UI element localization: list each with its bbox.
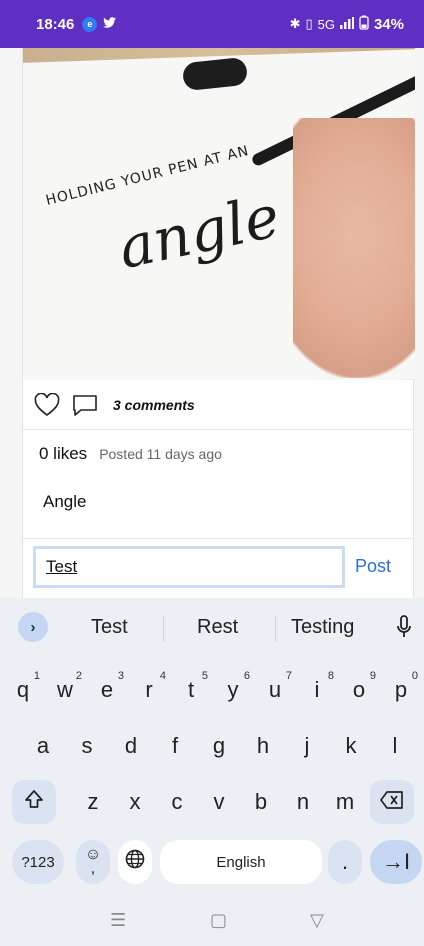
key-u[interactable]: u7 — [258, 668, 292, 712]
backspace-key[interactable] — [370, 780, 414, 824]
key-number: 0 — [411, 670, 418, 682]
post-actions: 3 comments — [23, 380, 415, 430]
globe-icon — [125, 849, 145, 875]
key-e[interactable]: e3 — [90, 668, 124, 712]
key-d[interactable]: d — [114, 724, 148, 768]
key-number: 8 — [327, 670, 334, 682]
suggestion-1[interactable]: Test — [91, 616, 128, 639]
comments-count[interactable]: 3 comments — [113, 397, 195, 413]
key-number: 3 — [117, 670, 124, 682]
suggestion-divider — [275, 616, 276, 642]
keyboard: › Test Rest Testing q1 w2 e3 r4 t5 y6 u7… — [0, 598, 424, 946]
bluetooth-icon: ✱ — [289, 16, 301, 31]
backspace-icon — [380, 789, 404, 815]
key-n[interactable]: n — [286, 780, 320, 824]
status-bar: 18:46 e ✱ ▯ 5G 34% — [0, 0, 424, 48]
key-l[interactable]: l — [378, 724, 412, 768]
status-time: 18:46 — [36, 15, 75, 33]
key-h[interactable]: h — [246, 724, 280, 768]
battery-icon — [359, 15, 369, 33]
comment-bar: Post — [23, 538, 415, 594]
post-card: HOLDING YOUR PEN AT AN angle 3 comments … — [22, 48, 415, 598]
notification-icon: e — [82, 16, 98, 32]
expand-toolbar-button[interactable]: › — [18, 612, 48, 642]
key-q[interactable]: q1 — [6, 668, 40, 712]
back-icon[interactable]: ▽ — [310, 910, 324, 931]
key-g[interactable]: g — [202, 724, 236, 768]
suggestion-divider — [163, 616, 164, 642]
suggestion-strip: › Test Rest Testing — [0, 598, 424, 658]
key-i[interactable]: i8 — [300, 668, 334, 712]
space-key[interactable]: English — [160, 840, 322, 884]
key-z[interactable]: z — [76, 780, 110, 824]
home-icon[interactable]: ▢ — [210, 910, 227, 931]
post-meta: 0 likes Posted 11 days ago — [39, 444, 222, 464]
key-label: t — [187, 677, 195, 702]
key-v[interactable]: v — [202, 780, 236, 824]
key-label: p — [394, 677, 408, 702]
navigation-bar: ☰ ▢ ▽ — [0, 900, 424, 946]
enter-key[interactable]: →I — [370, 840, 422, 884]
signal-icon — [339, 16, 354, 32]
post-image[interactable]: HOLDING YOUR PEN AT AN angle — [23, 48, 415, 380]
key-number: 2 — [75, 670, 82, 682]
key-s[interactable]: s — [70, 724, 104, 768]
status-left-icons: e — [82, 16, 117, 33]
key-label: y — [227, 677, 239, 702]
shift-key[interactable] — [12, 780, 56, 824]
battery-percent: 34% — [373, 15, 404, 33]
suggestion-2[interactable]: Rest — [197, 616, 238, 639]
symbols-key[interactable]: ?123 — [12, 840, 64, 884]
key-number: 9 — [369, 670, 376, 682]
key-o[interactable]: o9 — [342, 668, 376, 712]
key-c[interactable]: c — [160, 780, 194, 824]
key-label: u — [268, 677, 282, 702]
signal-label: 5G — [317, 16, 335, 32]
emoji-comma-key[interactable]: ☺ , — [76, 840, 110, 884]
post-caption: Angle — [43, 492, 87, 511]
post-button[interactable]: Post — [355, 556, 391, 577]
key-b[interactable]: b — [244, 780, 278, 824]
key-number: 5 — [201, 670, 208, 682]
shift-icon — [24, 789, 44, 815]
key-t[interactable]: t5 — [174, 668, 208, 712]
posted-time: Posted 11 days ago — [99, 446, 222, 462]
key-label: o — [352, 677, 366, 702]
key-y[interactable]: y6 — [216, 668, 251, 712]
key-x[interactable]: x — [118, 780, 152, 824]
key-a[interactable]: a — [26, 724, 60, 768]
key-number: 4 — [159, 670, 166, 682]
twitter-icon — [103, 16, 117, 33]
key-w[interactable]: w2 — [48, 668, 82, 712]
key-number: 6 — [243, 670, 250, 682]
globe-key[interactable] — [118, 840, 152, 884]
comment-icon[interactable] — [71, 391, 99, 419]
key-label: q — [16, 677, 30, 702]
key-label: e — [100, 677, 114, 702]
key-number: 1 — [33, 670, 40, 682]
key-k[interactable]: k — [334, 724, 368, 768]
key-j[interactable]: j — [290, 724, 324, 768]
key-number: 7 — [285, 670, 292, 682]
key-r[interactable]: r4 — [132, 668, 166, 712]
vibrate-icon: ▯ — [305, 16, 313, 31]
heart-icon[interactable] — [33, 391, 61, 419]
status-right-icons: ✱ ▯ 5G 34% — [290, 15, 404, 33]
key-f[interactable]: f — [158, 724, 192, 768]
comment-input[interactable] — [33, 545, 345, 588]
suggestion-3[interactable]: Testing — [291, 616, 354, 639]
menu-icon[interactable]: ☰ — [110, 910, 126, 931]
key-m[interactable]: m — [328, 780, 362, 824]
likes-count: 0 likes — [39, 444, 88, 463]
microphone-icon[interactable] — [392, 612, 416, 642]
key-label: i — [314, 677, 320, 702]
hand — [293, 118, 415, 378]
key-p[interactable]: p0 — [384, 668, 418, 712]
period-key[interactable]: . — [328, 840, 362, 884]
key-label: r — [145, 677, 153, 702]
comma-label: , — [90, 860, 96, 877]
key-label: w — [57, 677, 73, 702]
